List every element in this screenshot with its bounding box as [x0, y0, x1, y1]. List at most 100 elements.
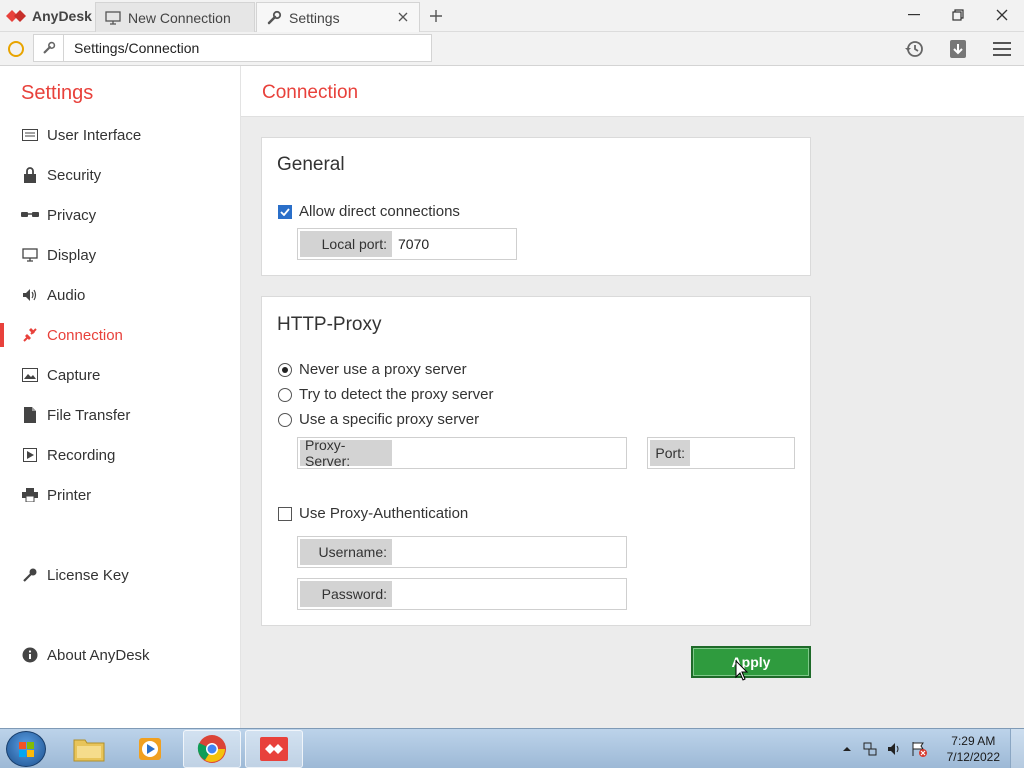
menu-icon[interactable]	[990, 37, 1014, 61]
proxy-server-field[interactable]: Proxy-Server:	[297, 437, 627, 469]
allow-direct-connections-checkbox[interactable]: Allow direct connections	[278, 203, 460, 220]
sidebar-item-user-interface[interactable]: User Interface	[0, 119, 240, 151]
sidebar-item-label: Security	[47, 166, 102, 184]
apply-button[interactable]: Apply	[691, 646, 811, 678]
sidebar-item-recording[interactable]: Recording	[0, 439, 240, 471]
sidebar-item-file-transfer[interactable]: File Transfer	[0, 399, 240, 431]
checkbox-label: Use Proxy-Authentication	[299, 505, 469, 522]
tab-label: Settings	[289, 9, 340, 26]
network-icon[interactable]	[862, 740, 880, 758]
tab-settings[interactable]: Settings	[256, 2, 420, 32]
settings-content: Connection General Allow direct connecti…	[241, 66, 1024, 728]
glasses-icon	[21, 206, 39, 224]
file-icon	[21, 406, 39, 424]
field-label: Local port:	[300, 231, 392, 257]
field-label: Proxy-Server:	[300, 437, 392, 469]
restore-button[interactable]	[936, 0, 980, 30]
password-field[interactable]: Password:	[297, 578, 627, 610]
radio-detect-proxy[interactable]: Try to detect the proxy server	[278, 386, 494, 403]
sidebar-item-display[interactable]: Display	[0, 239, 240, 271]
sidebar-item-audio[interactable]: Audio	[0, 279, 240, 311]
radio-label: Use a specific proxy server	[299, 411, 480, 428]
checkbox-label: Allow direct connections	[299, 203, 460, 220]
media-player-taskbar-button[interactable]	[121, 730, 179, 768]
checkbox-unchecked-icon[interactable]	[278, 506, 292, 521]
radio-label: Never use a proxy server	[299, 361, 467, 378]
sidebar-item-label: Privacy	[47, 206, 97, 224]
minimize-button[interactable]	[892, 0, 936, 30]
info-icon	[21, 646, 39, 664]
history-icon[interactable]	[902, 37, 926, 61]
local-port-input[interactable]: 7070	[392, 236, 429, 252]
sidebar-item-label: Connection	[47, 326, 123, 344]
volume-icon[interactable]	[886, 740, 904, 758]
http-proxy-section: HTTP-Proxy Never use a proxy server Try …	[261, 296, 811, 626]
explorer-taskbar-button[interactable]	[60, 730, 118, 768]
clock-time: 7:29 AM	[951, 734, 996, 748]
taskbar-clock[interactable]: 7:29 AM 7/12/2022	[947, 733, 1000, 765]
key-icon	[21, 566, 39, 584]
close-window-button[interactable]	[980, 0, 1024, 30]
start-button[interactable]	[6, 731, 46, 767]
sidebar-item-capture[interactable]: Capture	[0, 359, 240, 391]
title-bar: AnyDesk New Connection Settings	[0, 0, 1024, 32]
close-tab-icon[interactable]	[395, 9, 411, 25]
sidebar-item-label: Display	[47, 246, 97, 264]
general-section: General Allow direct connections Local p…	[261, 137, 811, 276]
monitor-icon	[104, 10, 122, 26]
windows-logo-icon	[19, 742, 34, 757]
sidebar-item-connection[interactable]: Connection	[0, 319, 240, 351]
local-port-field[interactable]: Local port: 7070	[297, 228, 517, 260]
address-bar: Settings/Connection	[0, 32, 1024, 66]
section-title: General	[277, 154, 345, 175]
wrench-icon	[265, 10, 283, 26]
sidebar-item-label: Recording	[47, 446, 116, 464]
sidebar-item-about[interactable]: About AnyDesk	[0, 639, 240, 671]
settings-sidebar: Settings User Interface Security Privacy…	[0, 66, 241, 728]
username-field[interactable]: Username:	[297, 536, 627, 568]
sidebar-item-security[interactable]: Security	[0, 159, 240, 191]
sidebar-item-privacy[interactable]: Privacy	[0, 199, 240, 231]
connection-icon	[21, 326, 39, 344]
printer-icon	[21, 486, 39, 504]
anydesk-logo-icon	[6, 10, 26, 22]
new-tab-plus-icon[interactable]	[426, 6, 446, 26]
radio-unselected-icon[interactable]	[278, 412, 292, 427]
anydesk-taskbar-button[interactable]	[245, 730, 303, 768]
image-icon	[21, 366, 39, 384]
sidebar-item-label: Capture	[47, 366, 101, 384]
sidebar-item-label: File Transfer	[47, 406, 131, 424]
anydesk-icon	[260, 737, 288, 761]
use-proxy-authentication-checkbox[interactable]: Use Proxy-Authentication	[278, 505, 468, 522]
radio-unselected-icon[interactable]	[278, 387, 292, 402]
checkbox-checked-icon[interactable]	[278, 204, 292, 219]
monitor-icon	[21, 246, 39, 264]
radio-never-proxy[interactable]: Never use a proxy server	[278, 361, 467, 378]
sidebar-item-label: Audio	[47, 286, 86, 304]
address-field[interactable]: Settings/Connection	[33, 34, 432, 62]
show-desktop-button[interactable]	[1010, 729, 1024, 768]
show-hidden-icons-icon[interactable]	[838, 740, 856, 758]
radio-selected-icon[interactable]	[278, 362, 292, 377]
sidebar-item-label: About AnyDesk	[47, 646, 150, 664]
connection-status-icon	[8, 41, 24, 57]
sidebar-item-printer[interactable]: Printer	[0, 479, 240, 511]
download-icon[interactable]	[946, 37, 970, 61]
radio-specific-proxy[interactable]: Use a specific proxy server	[278, 411, 479, 428]
tab-label: New Connection	[128, 9, 231, 26]
anydesk-brand[interactable]: AnyDesk	[0, 0, 92, 32]
sidebar-title: Settings	[21, 82, 94, 104]
sidebar-item-label: User Interface	[47, 126, 142, 144]
speaker-icon	[21, 286, 39, 304]
folder-icon	[73, 739, 105, 762]
action-center-flag-icon[interactable]	[910, 740, 928, 758]
proxy-port-field[interactable]: Port:	[647, 437, 795, 469]
tab-new-connection[interactable]: New Connection	[95, 2, 255, 32]
field-label: Port:	[650, 440, 690, 466]
content-header: Connection	[241, 66, 1024, 117]
mouse-cursor-icon	[735, 660, 749, 681]
sidebar-item-license-key[interactable]: License Key	[0, 559, 240, 591]
field-label: Username:	[300, 539, 392, 565]
chrome-taskbar-button[interactable]	[183, 730, 241, 768]
address-input[interactable]: Settings/Connection	[64, 40, 199, 56]
